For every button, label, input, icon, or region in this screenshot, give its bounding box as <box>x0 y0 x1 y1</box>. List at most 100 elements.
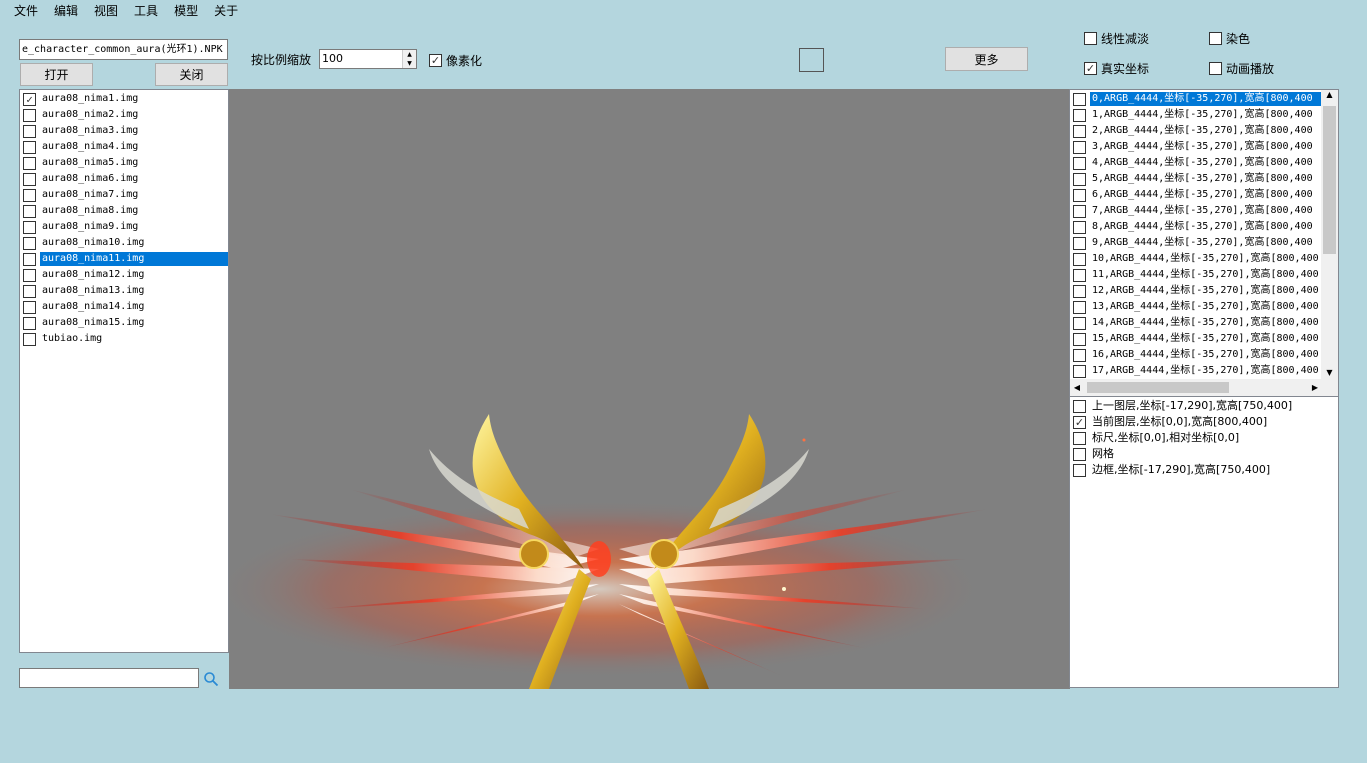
frame-list-item[interactable]: 10,ARGB_4444,坐标[-35,270],宽高[800,400 <box>1070 251 1322 267</box>
frame-list-item[interactable]: 4,ARGB_4444,坐标[-35,270],宽高[800,400 <box>1070 155 1322 171</box>
checkbox-icon[interactable] <box>1073 92 1086 106</box>
pixelate-check-icon[interactable] <box>429 54 442 67</box>
frame-list-vscroll[interactable]: ▲ ▼ <box>1321 90 1338 380</box>
more-button[interactable]: 更多 <box>945 47 1028 71</box>
checkbox-icon[interactable] <box>1073 316 1086 330</box>
checkbox-icon[interactable] <box>23 316 36 330</box>
scroll-right-icon[interactable]: ▶ <box>1312 383 1318 392</box>
frame-list-item[interactable]: 9,ARGB_4444,坐标[-35,270],宽高[800,400 <box>1070 235 1322 251</box>
img-list-item[interactable]: aura08_nima6.img <box>20 171 228 187</box>
img-list-item[interactable]: aura08_nima1.img <box>20 91 228 107</box>
checkbox-icon[interactable] <box>1073 172 1086 186</box>
img-list-item[interactable]: aura08_nima14.img <box>20 299 228 315</box>
checkbox-icon[interactable] <box>1073 252 1086 266</box>
preview-canvas[interactable] <box>229 89 1070 689</box>
checkbox-icon[interactable] <box>23 284 36 298</box>
img-list-item[interactable]: tubiao.img <box>20 331 228 347</box>
pixelate-checkbox[interactable]: 像素化 <box>429 52 482 69</box>
img-list-item[interactable]: aura08_nima8.img <box>20 203 228 219</box>
img-list-item[interactable]: aura08_nima10.img <box>20 235 228 251</box>
img-list-item[interactable]: aura08_nima12.img <box>20 267 228 283</box>
linear-fade-check-icon[interactable] <box>1084 32 1097 45</box>
checkbox-icon[interactable] <box>23 332 36 346</box>
layer-list-item[interactable]: 网格 <box>1070 446 1338 462</box>
checkbox-icon[interactable] <box>1073 399 1086 413</box>
checkbox-icon[interactable] <box>23 252 36 266</box>
spin-down-icon[interactable]: ▼ <box>403 59 416 68</box>
menu-item-0[interactable]: 文件 <box>6 0 46 22</box>
frame-list-item[interactable]: 7,ARGB_4444,坐标[-35,270],宽高[800,400 <box>1070 203 1322 219</box>
checkbox-icon[interactable] <box>23 92 36 106</box>
checkbox-icon[interactable] <box>1073 268 1086 282</box>
img-list-item[interactable]: aura08_nima5.img <box>20 155 228 171</box>
anim-play-check-icon[interactable] <box>1209 62 1222 75</box>
checkbox-icon[interactable] <box>1073 463 1086 477</box>
linear-fade-checkbox[interactable]: 线性减淡 <box>1084 30 1149 47</box>
frame-list-item[interactable]: 2,ARGB_4444,坐标[-35,270],宽高[800,400 <box>1070 123 1322 139</box>
checkbox-icon[interactable] <box>1073 156 1086 170</box>
checkbox-icon[interactable] <box>1073 415 1086 429</box>
menu-item-5[interactable]: 关于 <box>206 0 246 22</box>
menu-item-2[interactable]: 视图 <box>86 0 126 22</box>
checkbox-icon[interactable] <box>1073 220 1086 234</box>
img-list-item[interactable]: aura08_nima13.img <box>20 283 228 299</box>
layer-list-item[interactable]: 边框,坐标[-17,290],宽高[750,400] <box>1070 462 1338 478</box>
frame-list-item[interactable]: 3,ARGB_4444,坐标[-35,270],宽高[800,400 <box>1070 139 1322 155</box>
frame-list-item[interactable]: 0,ARGB_4444,坐标[-35,270],宽高[800,400 <box>1070 91 1322 107</box>
checkbox-icon[interactable] <box>23 124 36 138</box>
menu-item-3[interactable]: 工具 <box>126 0 166 22</box>
anim-play-checkbox[interactable]: 动画播放 <box>1209 60 1274 77</box>
frame-list-item[interactable]: 16,ARGB_4444,坐标[-35,270],宽高[800,400 <box>1070 347 1322 363</box>
checkbox-icon[interactable] <box>1073 364 1086 378</box>
layer-list-item[interactable]: 标尺,坐标[0,0],相对坐标[0,0] <box>1070 430 1338 446</box>
frame-list-item[interactable]: 5,ARGB_4444,坐标[-35,270],宽高[800,400 <box>1070 171 1322 187</box>
checkbox-icon[interactable] <box>23 108 36 122</box>
img-list-item[interactable]: aura08_nima15.img <box>20 315 228 331</box>
frame-list-item[interactable]: 11,ARGB_4444,坐标[-35,270],宽高[800,400 <box>1070 267 1322 283</box>
menu-item-4[interactable]: 模型 <box>166 0 206 22</box>
frame-list-item[interactable]: 12,ARGB_4444,坐标[-35,270],宽高[800,400 <box>1070 283 1322 299</box>
img-list-item[interactable]: aura08_nima4.img <box>20 139 228 155</box>
layer-list-item[interactable]: 上一图层,坐标[-17,290],宽高[750,400] <box>1070 398 1338 414</box>
frame-list-item[interactable]: 17,ARGB_4444,坐标[-35,270],宽高[800,400 <box>1070 363 1322 379</box>
frame-list-item[interactable]: 1,ARGB_4444,坐标[-35,270],宽高[800,400 <box>1070 107 1322 123</box>
checkbox-icon[interactable] <box>1073 431 1086 445</box>
checkbox-icon[interactable] <box>1073 332 1086 346</box>
checkbox-icon[interactable] <box>23 140 36 154</box>
checkbox-icon[interactable] <box>23 156 36 170</box>
scale-value[interactable]: 100 <box>320 50 402 68</box>
checkbox-icon[interactable] <box>1073 236 1086 250</box>
img-list-item[interactable]: aura08_nima9.img <box>20 219 228 235</box>
img-list-item[interactable]: aura08_nima3.img <box>20 123 228 139</box>
file-name-field[interactable]: e_character_common_aura(光环1).NPK <box>19 39 228 60</box>
checkbox-icon[interactable] <box>23 204 36 218</box>
checkbox-icon[interactable] <box>23 220 36 234</box>
scroll-up-icon[interactable]: ▲ <box>1321 90 1338 102</box>
layer-list-item[interactable]: 当前图层,坐标[0,0],宽高[800,400] <box>1070 414 1338 430</box>
checkbox-icon[interactable] <box>23 188 36 202</box>
scroll-left-icon[interactable]: ◀ <box>1070 383 1084 392</box>
frame-list-item[interactable]: 15,ARGB_4444,坐标[-35,270],宽高[800,400 <box>1070 331 1322 347</box>
frame-list-item[interactable]: 8,ARGB_4444,坐标[-35,270],宽高[800,400 <box>1070 219 1322 235</box>
checkbox-icon[interactable] <box>1073 284 1086 298</box>
checkbox-icon[interactable] <box>23 268 36 282</box>
checkbox-icon[interactable] <box>1073 447 1086 461</box>
search-input[interactable] <box>19 668 199 688</box>
frame-list-item[interactable]: 6,ARGB_4444,坐标[-35,270],宽高[800,400 <box>1070 187 1322 203</box>
frame-list-hscroll[interactable]: ◀ ▶ <box>1070 379 1338 396</box>
real-coords-checkbox[interactable]: 真实坐标 <box>1084 60 1149 77</box>
frame-list-item[interactable]: 13,ARGB_4444,坐标[-35,270],宽高[800,400 <box>1070 299 1322 315</box>
frame-list-item[interactable]: 14,ARGB_4444,坐标[-35,270],宽高[800,400 <box>1070 315 1322 331</box>
scale-spinbox[interactable]: 100 ▲ ▼ <box>319 49 417 69</box>
img-list-item[interactable]: aura08_nima7.img <box>20 187 228 203</box>
checkbox-icon[interactable] <box>1073 188 1086 202</box>
menu-item-1[interactable]: 编辑 <box>46 0 86 22</box>
open-button[interactable]: 打开 <box>20 63 93 86</box>
dye-check-icon[interactable] <box>1209 32 1222 45</box>
checkbox-icon[interactable] <box>1073 124 1086 138</box>
checkbox-icon[interactable] <box>1073 108 1086 122</box>
checkbox-icon[interactable] <box>23 300 36 314</box>
color-swatch[interactable] <box>799 48 824 72</box>
checkbox-icon[interactable] <box>23 172 36 186</box>
close-button[interactable]: 关闭 <box>155 63 228 86</box>
